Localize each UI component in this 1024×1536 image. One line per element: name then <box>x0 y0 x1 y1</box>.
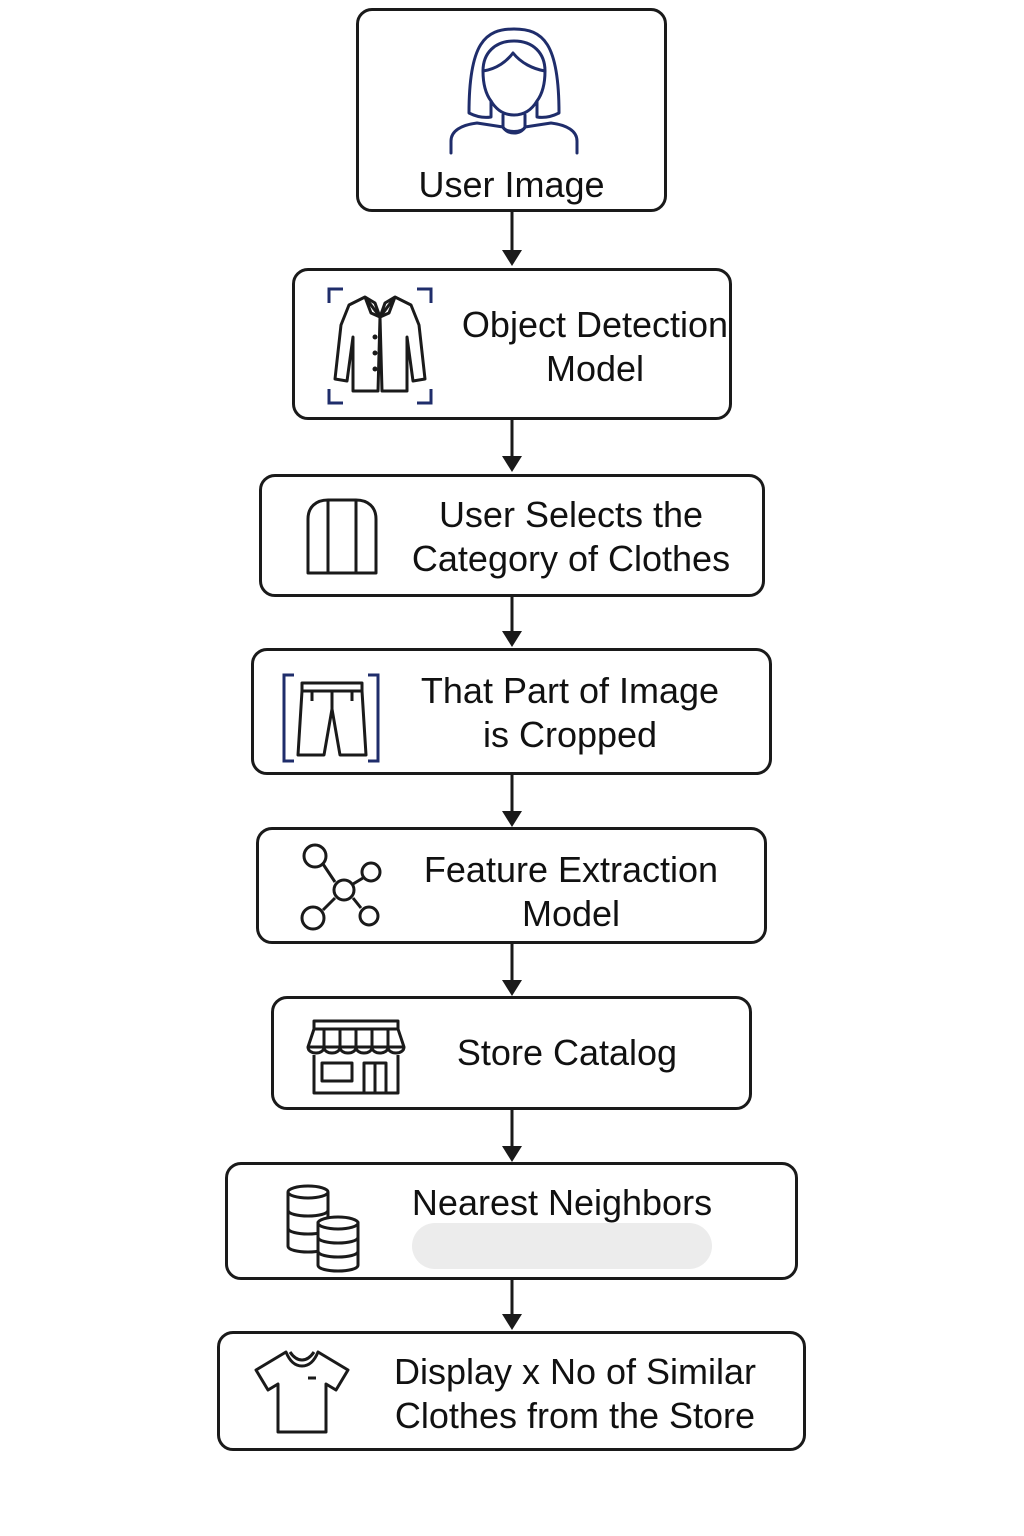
label-line: User Selects the <box>438 494 704 535</box>
node-nearest-neighbors-label: Nearest Neighbors <box>392 1181 732 1225</box>
storefront-icon <box>306 1019 406 1095</box>
arrow-2 <box>502 420 522 472</box>
node-feature-extraction-label: Feature Extraction Model <box>401 848 741 936</box>
arrow-1 <box>502 212 522 266</box>
user-icon <box>449 27 579 155</box>
arrow-6 <box>502 1110 522 1162</box>
node-select-category-label: User Selects the Category of Clothes <box>402 493 740 581</box>
node-user-image-label: User Image <box>359 163 664 207</box>
label-line: is Cropped <box>482 714 658 755</box>
arrow-3 <box>502 597 522 647</box>
label-line: Object Detection <box>461 304 729 345</box>
label-line: User Image <box>418 164 605 205</box>
node-user-image: User Image <box>356 8 667 212</box>
node-object-detection-label: Object Detection Model <box>445 303 745 391</box>
node-display: Display x No of Similar Clothes from the… <box>217 1331 806 1451</box>
jacket-detection-icon <box>327 287 433 405</box>
node-crop-label: That Part of Image is Cropped <box>400 669 740 757</box>
cardigan-icon <box>306 498 378 575</box>
tshirt-icon <box>254 1350 350 1434</box>
node-display-label: Display x No of Similar Clothes from the… <box>370 1350 780 1438</box>
label-line: Display x No of Similar <box>393 1351 757 1392</box>
node-crop: That Part of Image is Cropped <box>251 648 772 775</box>
label-line: Store Catalog <box>456 1032 678 1073</box>
label-line: That Part of Image <box>420 670 720 711</box>
node-select-category: User Selects the Category of Clothes <box>259 474 765 597</box>
arrow-4 <box>502 775 522 827</box>
node-object-detection: Object Detection Model <box>292 268 732 420</box>
label-line: Nearest Neighbors <box>411 1182 713 1223</box>
node-store-catalog-label: Store Catalog <box>424 1031 710 1075</box>
label-line: Clothes from the Store <box>394 1395 756 1436</box>
label-line: Feature Extraction <box>423 849 719 890</box>
arrow-7 <box>502 1280 522 1330</box>
node-nearest-neighbors: Nearest Neighbors <box>225 1162 798 1280</box>
label-line: Category of Clothes <box>411 538 731 579</box>
database-stack-icon <box>286 1184 360 1273</box>
redacted-text-placeholder <box>412 1223 712 1269</box>
label-line: Model <box>521 893 621 934</box>
node-store-catalog: Store Catalog <box>271 996 752 1110</box>
node-feature-extraction: Feature Extraction Model <box>256 827 767 944</box>
label-line: Model <box>545 348 645 389</box>
shorts-crop-icon <box>282 673 380 763</box>
arrow-5 <box>502 944 522 996</box>
network-nodes-icon <box>300 843 382 931</box>
